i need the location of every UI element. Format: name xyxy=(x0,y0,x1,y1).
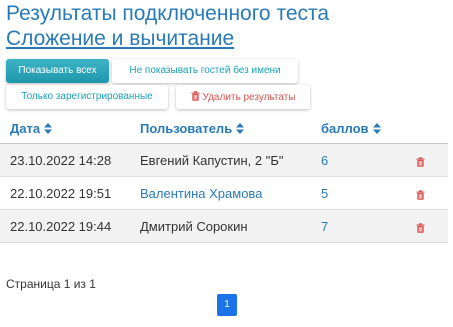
delete-row-icon[interactable] xyxy=(416,220,425,238)
table-row: 22.10.2022 19:51 Валентина Храмова 5 xyxy=(0,177,448,210)
registered-only-button[interactable]: Только зарегистрированные xyxy=(6,85,168,109)
delete-results-button[interactable]: Удалить результаты xyxy=(176,85,310,109)
table-header: Дата Пользователь баллов xyxy=(0,116,448,144)
column-header-date[interactable]: Дата xyxy=(10,121,53,137)
column-header-label: Пользователь xyxy=(140,121,233,136)
row-score[interactable]: 6 xyxy=(321,153,328,168)
sort-icon xyxy=(44,122,53,137)
row-user: Евгений Капустин, 2 "Б" xyxy=(140,153,284,168)
delete-results-label: Удалить результаты xyxy=(202,92,296,103)
delete-row-icon[interactable] xyxy=(416,154,425,172)
row-date: 22.10.2022 19:44 xyxy=(10,219,112,234)
column-header-label: баллов xyxy=(321,121,369,136)
results-table: Дата Пользователь баллов 23.10.2022 14:2… xyxy=(0,116,448,243)
row-date: 23.10.2022 14:28 xyxy=(10,153,112,168)
page-title: Результаты подключенного теста xyxy=(6,2,330,25)
page-button-current[interactable]: 1 xyxy=(217,294,237,316)
pagination-status: Страница 1 из 1 xyxy=(6,277,96,291)
results-page: Результаты подключенного теста Сложение … xyxy=(0,0,453,327)
table-row: 22.10.2022 19:44 Дмитрий Сорокин 7 xyxy=(0,210,448,243)
row-score[interactable]: 7 xyxy=(321,219,328,234)
row-user: Дмитрий Сорокин xyxy=(140,219,248,234)
delete-row-icon[interactable] xyxy=(416,187,425,205)
row-date: 22.10.2022 19:51 xyxy=(10,186,112,201)
sort-icon xyxy=(236,122,245,137)
column-header-score[interactable]: баллов xyxy=(321,121,381,137)
sort-icon xyxy=(372,122,381,137)
row-score[interactable]: 5 xyxy=(321,186,328,201)
column-header-user[interactable]: Пользователь xyxy=(140,121,245,137)
test-name-link[interactable]: Сложение и вычитание xyxy=(6,27,234,51)
trash-icon xyxy=(191,91,200,105)
row-user[interactable]: Валентина Храмова xyxy=(140,186,262,201)
show-all-button[interactable]: Показывать всех xyxy=(6,59,109,83)
hide-guests-button[interactable]: Не показывать гостей без имени xyxy=(112,59,298,83)
column-header-label: Дата xyxy=(10,121,41,136)
table-row: 23.10.2022 14:28 Евгений Капустин, 2 "Б"… xyxy=(0,144,448,177)
